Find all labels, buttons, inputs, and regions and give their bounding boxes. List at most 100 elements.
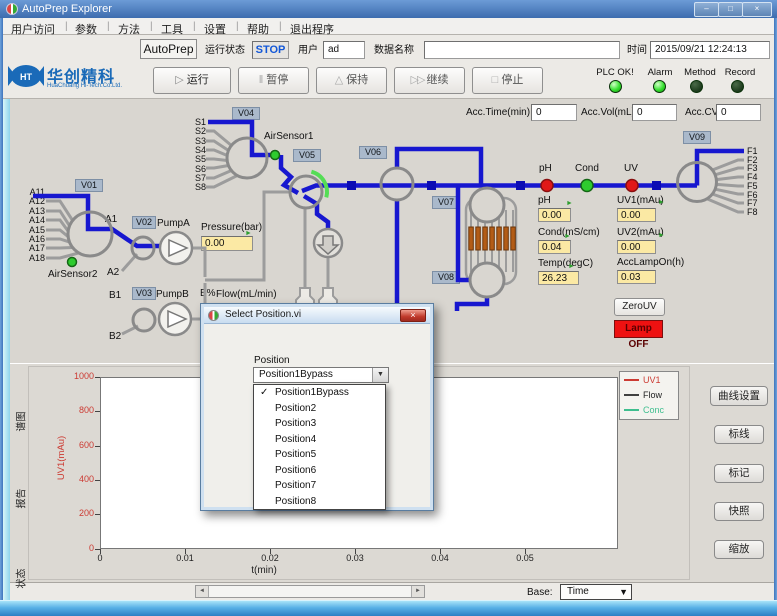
label-flow-rate: Flow(mL/min): [216, 289, 277, 300]
app-icon: [6, 3, 18, 15]
curve-settings-button[interactable]: 曲线设置: [710, 386, 768, 406]
lamp-off-indicator[interactable]: Lamp OFF: [614, 320, 663, 338]
x-tick: 0.01: [168, 553, 202, 563]
label-b-percent: B%: [200, 288, 216, 299]
label-a1: A1: [105, 214, 117, 225]
acc-cv-value: 0: [716, 104, 761, 121]
side-tab-status[interactable]: 状态: [13, 566, 28, 592]
valve-label-v03[interactable]: V03: [132, 287, 156, 300]
label-uv-sensor: UV: [624, 163, 638, 174]
combobox-dropdown-button[interactable]: ▼: [372, 368, 388, 382]
y-axis-title: UV1(mAu): [56, 418, 68, 498]
title-bar[interactable]: AutoPrep Explorer – □ ×: [0, 0, 777, 18]
dropdown-option-4[interactable]: Position4: [254, 432, 385, 448]
valve-label-v06[interactable]: V06: [359, 146, 387, 159]
y-tick: 200: [66, 508, 94, 518]
publish-arrow-icon: ►: [658, 199, 665, 206]
x-tick: 0.05: [508, 553, 542, 563]
dropdown-option-6[interactable]: Position6: [254, 463, 385, 479]
chart-scrollbar[interactable]: ◄ ►: [195, 585, 425, 598]
conc-legend-line: [624, 409, 639, 411]
dropdown-option-8[interactable]: Position8: [254, 494, 385, 510]
position-combobox[interactable]: Position1Bypass ▼: [253, 367, 389, 383]
valve-label-v07[interactable]: V07: [432, 196, 460, 209]
data-name-label: 数据名称: [374, 45, 414, 56]
uv2-readout-value: 0.00: [617, 240, 656, 254]
close-button[interactable]: ×: [742, 2, 772, 17]
acc-time-value: 0: [531, 104, 577, 121]
mark-button[interactable]: 标记: [714, 464, 764, 483]
hold-button-label: 保持: [346, 74, 368, 86]
temp-readout-label: Temp(degC): [538, 258, 593, 269]
resume-button[interactable]: ▷▷ 继续: [394, 67, 465, 94]
cond-readout-value: 0.04: [538, 240, 571, 254]
uv1-readout-label: UV1(mAu): [617, 195, 664, 206]
scroll-left-arrow[interactable]: ◄: [196, 586, 209, 597]
x-axis-title: t(min): [234, 565, 294, 576]
checkmark-icon: ✓: [260, 385, 268, 401]
zoom-button[interactable]: 缩放: [714, 540, 764, 559]
user-label: 用户: [298, 45, 318, 56]
autoprep-mode-button[interactable]: AutoPrep: [140, 39, 197, 59]
base-label: Base:: [527, 587, 553, 598]
position-dropdown-list[interactable]: ✓Position1Bypass Position2 Position3 Pos…: [253, 384, 386, 510]
pressure-value: 0.00: [201, 236, 253, 251]
hold-icon: △: [335, 74, 343, 86]
label-pump-a: PumpA: [157, 218, 190, 229]
dropdown-option-1[interactable]: ✓Position1Bypass: [254, 385, 385, 401]
acc-vol-value: 0: [632, 104, 677, 121]
chart-legend[interactable]: UV1 Flow Conc: [619, 371, 679, 420]
x-tick: 0.03: [338, 553, 372, 563]
menu-separator: |: [236, 21, 239, 32]
valve-label-v01[interactable]: V01: [75, 179, 103, 192]
publish-arrow-icon: ►: [568, 263, 575, 270]
fast-forward-icon: ▷▷: [411, 74, 424, 86]
window-title: AutoPrep Explorer: [22, 3, 112, 15]
valve-label-v02[interactable]: V02: [132, 216, 156, 229]
stop-button[interactable]: □ 停止: [472, 67, 543, 94]
minimize-button[interactable]: –: [694, 2, 719, 17]
valve-label-v05[interactable]: V05: [293, 149, 321, 162]
side-tab-report[interactable]: 报告: [13, 486, 28, 512]
maximize-button[interactable]: □: [718, 2, 743, 17]
y-tick: 600: [66, 440, 94, 450]
dropdown-option-5[interactable]: Position5: [254, 447, 385, 463]
valve-label-v08[interactable]: V08: [432, 271, 460, 284]
label-a2: A2: [107, 267, 119, 278]
pause-button-label: 暂停: [266, 74, 288, 86]
menu-separator: |: [65, 21, 68, 32]
ph-readout-label: pH: [538, 195, 551, 206]
x-tick: 0.04: [423, 553, 457, 563]
marker-line-button[interactable]: 标线: [714, 425, 764, 444]
dropdown-option-7[interactable]: Position7: [254, 478, 385, 494]
snapshot-button[interactable]: 快照: [714, 502, 764, 521]
legend-conc: Conc: [643, 405, 664, 415]
method-label: Method: [679, 67, 721, 78]
user-input[interactable]: ad: [323, 41, 365, 59]
legend-uv1: UV1: [643, 375, 661, 385]
data-name-input[interactable]: [424, 41, 620, 59]
run-button[interactable]: ▷ 运行: [153, 67, 231, 94]
resume-button-label: 继续: [426, 74, 448, 86]
valve-label-v04[interactable]: V04: [232, 107, 260, 120]
label-air-sensor1: AirSensor1: [264, 131, 313, 142]
hold-button[interactable]: △ 保持: [316, 67, 387, 94]
label-b2: B2: [109, 331, 121, 342]
zero-uv-button[interactable]: ZeroUV: [614, 298, 665, 316]
dialog-title-bar[interactable]: Select Position.vi ×: [204, 307, 430, 324]
side-tab-chromatogram[interactable]: 谱图: [13, 409, 28, 435]
record-label: Record: [720, 67, 760, 78]
pause-button[interactable]: ‖ 暂停: [238, 67, 309, 94]
acclamp-readout-label: AccLampOn(h): [617, 257, 684, 268]
acclamp-readout-value: 0.03: [617, 270, 656, 284]
dropdown-option-3[interactable]: Position3: [254, 416, 385, 432]
dropdown-option-2[interactable]: Position2: [254, 401, 385, 417]
valve-label-v09[interactable]: V09: [683, 131, 711, 144]
menu-separator: |: [279, 21, 282, 32]
time-label: 时间: [627, 45, 647, 56]
dialog-close-button[interactable]: ×: [400, 309, 426, 322]
menu-bar: 用户访问 | 参数 | 方法 | 工具 | 设置 | 帮助 | 退出程序: [3, 18, 774, 35]
base-dropdown[interactable]: Time ▼: [560, 584, 632, 600]
window-border-bottom: [0, 600, 777, 616]
scroll-right-arrow[interactable]: ►: [411, 586, 424, 597]
